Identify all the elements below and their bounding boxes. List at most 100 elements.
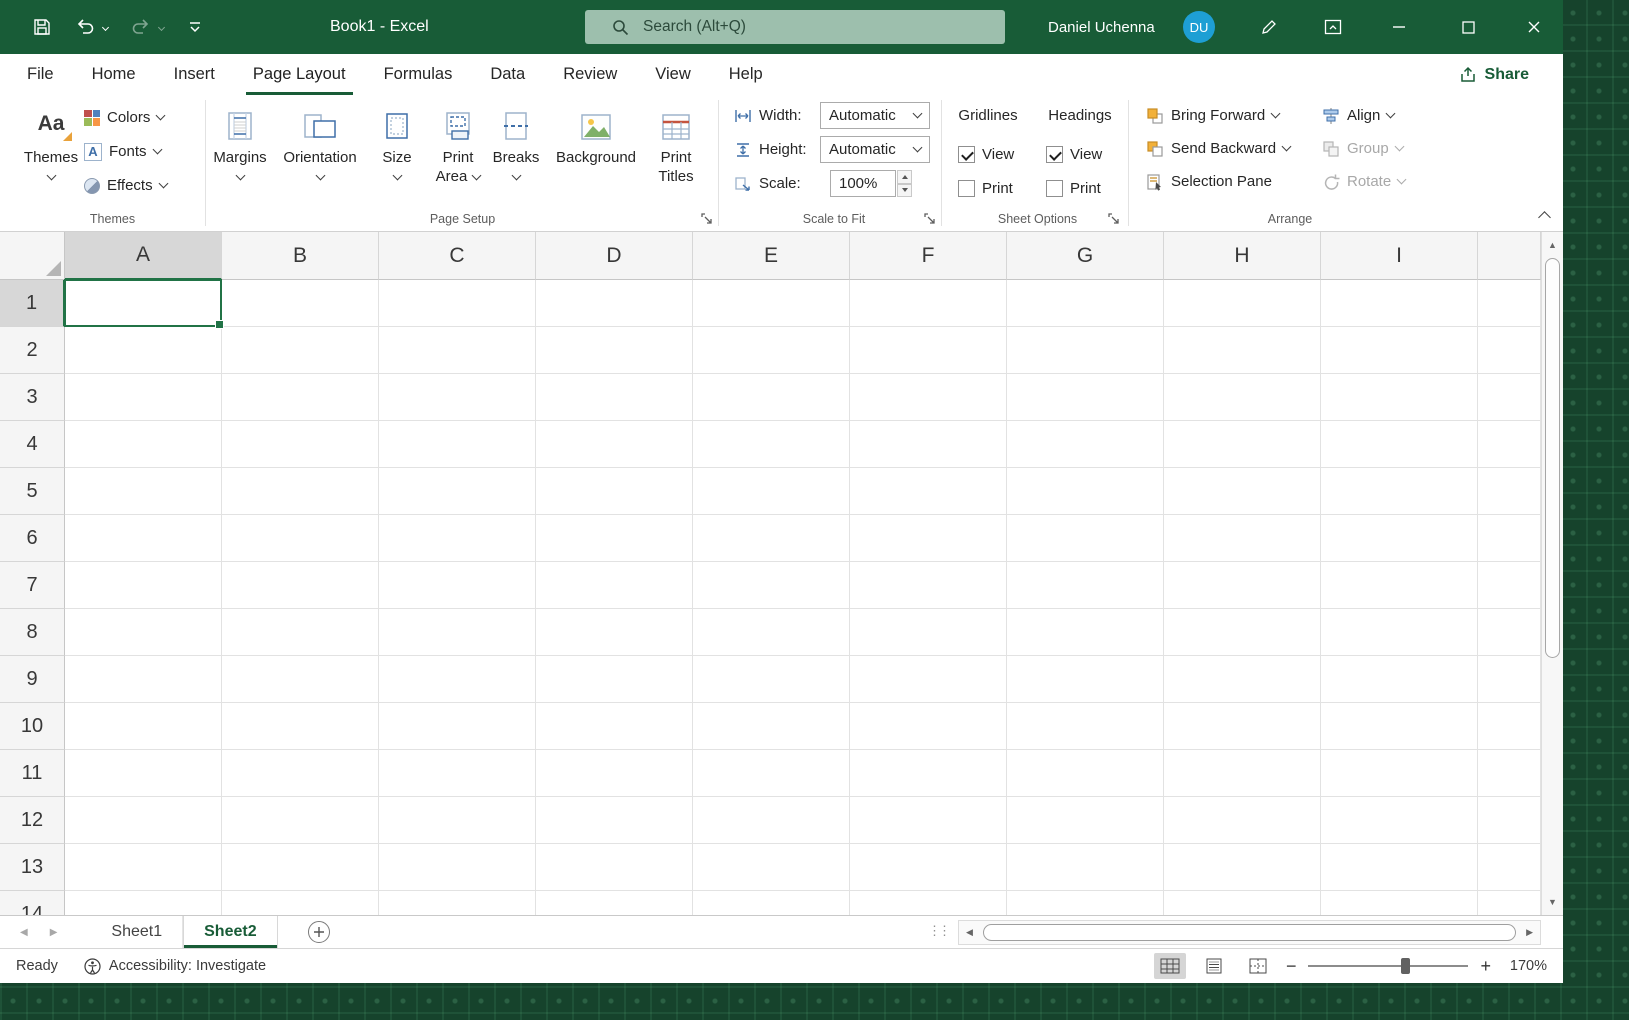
cell-D2[interactable] — [536, 327, 693, 374]
cell-F8[interactable] — [850, 609, 1007, 656]
bring-forward-button[interactable]: Bring Forward — [1146, 102, 1281, 129]
zoom-slider[interactable] — [1308, 957, 1469, 975]
cell-E7[interactable] — [693, 562, 850, 609]
ribbon-tab-file[interactable]: File — [8, 54, 73, 95]
cell-H11[interactable] — [1164, 750, 1321, 797]
cell-E11[interactable] — [693, 750, 850, 797]
cell-D12[interactable] — [536, 797, 693, 844]
send-backward-button[interactable]: Send Backward — [1146, 135, 1292, 162]
cell-A14[interactable] — [65, 891, 222, 915]
coming-soon-button[interactable] — [1256, 0, 1282, 54]
cell-A7[interactable] — [65, 562, 222, 609]
cell-G14[interactable] — [1007, 891, 1164, 915]
cell-B14[interactable] — [222, 891, 379, 915]
cell-G11[interactable] — [1007, 750, 1164, 797]
cell-F6[interactable] — [850, 515, 1007, 562]
cell-B8[interactable] — [222, 609, 379, 656]
cell-F3[interactable] — [850, 374, 1007, 421]
cell-H12[interactable] — [1164, 797, 1321, 844]
maximize-button[interactable] — [1455, 0, 1481, 54]
cell-D1[interactable] — [536, 280, 693, 327]
scroll-left-arrow[interactable]: ◀ — [966, 927, 973, 938]
row-header-9[interactable]: 9 — [0, 656, 65, 703]
zoom-slider-thumb[interactable] — [1401, 958, 1411, 974]
cell-B2[interactable] — [222, 327, 379, 374]
cell-G1[interactable] — [1007, 280, 1164, 327]
cell-partial-7[interactable] — [1478, 562, 1541, 609]
undo-dropdown[interactable] — [98, 0, 112, 54]
cell-A5[interactable] — [65, 468, 222, 515]
cell-F14[interactable] — [850, 891, 1007, 915]
sheet-nav-next[interactable]: ▶ — [50, 927, 58, 938]
cell-C1[interactable] — [379, 280, 536, 327]
redo-button[interactable] — [128, 0, 154, 54]
cell-partial-13[interactable] — [1478, 844, 1541, 891]
headings-view-checkbox[interactable]: View — [1046, 141, 1102, 168]
width-dropdown[interactable]: Automatic — [820, 102, 930, 129]
print-area-button[interactable]: Print Area — [429, 101, 487, 186]
cell-A12[interactable] — [65, 797, 222, 844]
cell-partial-2[interactable] — [1478, 327, 1541, 374]
cell-F12[interactable] — [850, 797, 1007, 844]
fonts-button[interactable]: A Fonts — [84, 138, 162, 165]
cell-E12[interactable] — [693, 797, 850, 844]
cell-partial-4[interactable] — [1478, 421, 1541, 468]
cell-A10[interactable] — [65, 703, 222, 750]
background-button[interactable]: Background — [551, 101, 641, 167]
group-button[interactable]: Group — [1322, 135, 1405, 162]
cell-I4[interactable] — [1321, 421, 1478, 468]
ribbon-tab-insert[interactable]: Insert — [155, 54, 234, 95]
cell-D13[interactable] — [536, 844, 693, 891]
cell-A13[interactable] — [65, 844, 222, 891]
cell-partial-1[interactable] — [1478, 280, 1541, 327]
cell-H7[interactable] — [1164, 562, 1321, 609]
margins-button[interactable]: Margins — [209, 101, 271, 181]
cell-partial-11[interactable] — [1478, 750, 1541, 797]
scale-input[interactable]: 100% — [830, 170, 896, 197]
sheet-tab-sheet1[interactable]: Sheet1 — [91, 916, 184, 948]
align-button[interactable]: Align — [1322, 102, 1396, 129]
cell-D10[interactable] — [536, 703, 693, 750]
cell-E5[interactable] — [693, 468, 850, 515]
cell-H10[interactable] — [1164, 703, 1321, 750]
cell-G4[interactable] — [1007, 421, 1164, 468]
headings-print-checkbox[interactable]: Print — [1046, 175, 1101, 202]
cell-B6[interactable] — [222, 515, 379, 562]
cell-C5[interactable] — [379, 468, 536, 515]
cell-I10[interactable] — [1321, 703, 1478, 750]
ribbon-tab-view[interactable]: View — [636, 54, 709, 95]
cell-D6[interactable] — [536, 515, 693, 562]
page-setup-dialog-launcher[interactable] — [700, 212, 713, 225]
cell-partial-5[interactable] — [1478, 468, 1541, 515]
normal-view-button[interactable] — [1153, 953, 1186, 979]
ribbon-tab-formulas[interactable]: Formulas — [365, 54, 472, 95]
cell-H9[interactable] — [1164, 656, 1321, 703]
cell-E3[interactable] — [693, 374, 850, 421]
cell-F9[interactable] — [850, 656, 1007, 703]
cell-A11[interactable] — [65, 750, 222, 797]
cell-F7[interactable] — [850, 562, 1007, 609]
sheet-tab-sheet2[interactable]: Sheet2 — [183, 916, 278, 948]
cell-G2[interactable] — [1007, 327, 1164, 374]
new-sheet-button[interactable] — [307, 921, 330, 943]
cell-C14[interactable] — [379, 891, 536, 915]
cell-B5[interactable] — [222, 468, 379, 515]
cell-H6[interactable] — [1164, 515, 1321, 562]
minimize-button[interactable] — [1386, 0, 1412, 54]
user-name[interactable]: Daniel Uchenna — [1048, 0, 1155, 54]
cell-partial-14[interactable] — [1478, 891, 1541, 915]
cell-partial-10[interactable] — [1478, 703, 1541, 750]
effects-button[interactable]: Effects — [84, 172, 169, 199]
spin-up-button[interactable] — [897, 170, 912, 184]
cell-A8[interactable] — [65, 609, 222, 656]
cell-C11[interactable] — [379, 750, 536, 797]
cell-C3[interactable] — [379, 374, 536, 421]
cell-D7[interactable] — [536, 562, 693, 609]
cell-G5[interactable] — [1007, 468, 1164, 515]
cell-G8[interactable] — [1007, 609, 1164, 656]
row-header-7[interactable]: 7 — [0, 562, 65, 609]
cell-A9[interactable] — [65, 656, 222, 703]
cell-E14[interactable] — [693, 891, 850, 915]
cell-H5[interactable] — [1164, 468, 1321, 515]
spin-down-button[interactable] — [897, 183, 912, 197]
